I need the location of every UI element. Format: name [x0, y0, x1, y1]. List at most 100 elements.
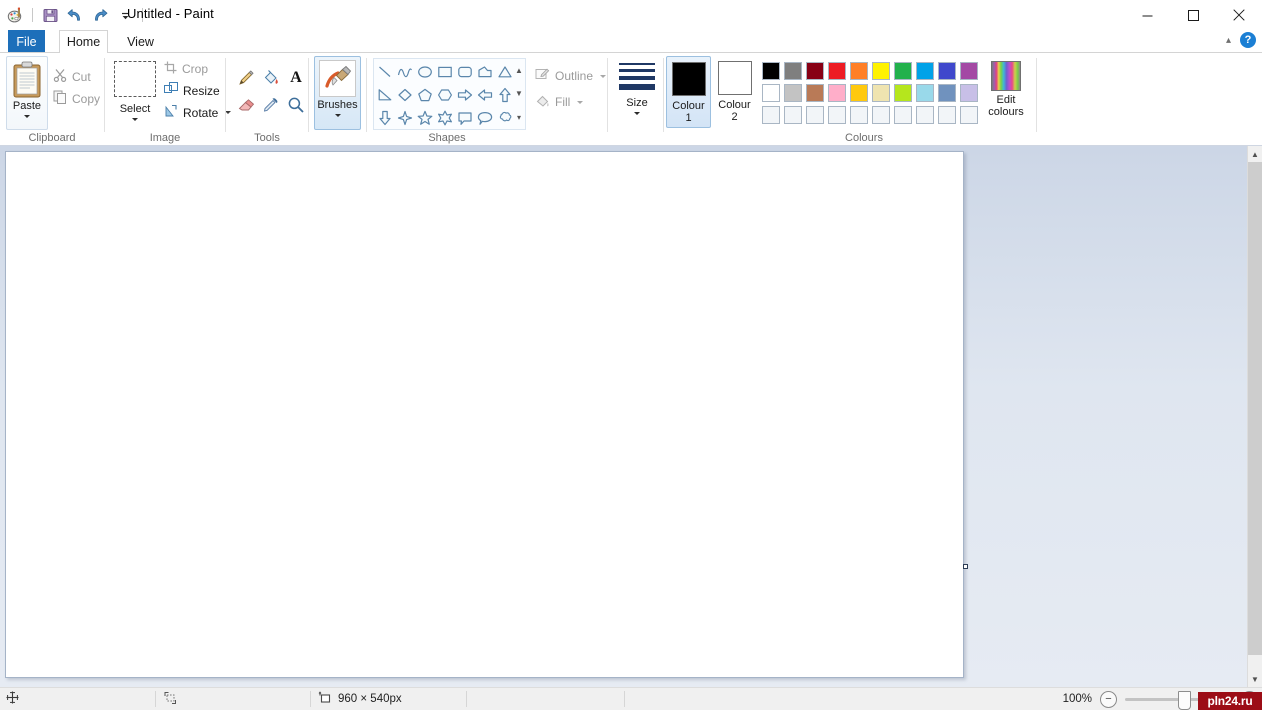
drawing-canvas[interactable] [5, 151, 964, 678]
scroll-down-icon[interactable]: ▼ [1248, 671, 1262, 687]
size-dropdown-caret[interactable] [634, 112, 640, 115]
palette-swatch[interactable] [782, 82, 804, 104]
fill-with-colour-tool[interactable] [259, 65, 283, 91]
palette-swatch[interactable] [804, 82, 826, 104]
shape-curve[interactable] [395, 60, 415, 83]
palette-swatch-custom[interactable] [958, 104, 980, 126]
redo-icon[interactable] [89, 4, 111, 26]
size-button[interactable]: Size [614, 56, 660, 128]
undo-icon[interactable] [64, 4, 86, 26]
palette-swatch[interactable] [826, 82, 848, 104]
shape-right-arrow[interactable] [455, 83, 475, 106]
help-icon[interactable]: ? [1240, 32, 1256, 48]
shape-left-arrow[interactable] [475, 83, 495, 106]
fill-dropdown-caret[interactable] [577, 100, 584, 104]
palette-swatch[interactable] [760, 60, 782, 82]
vertical-scrollbar[interactable]: ▲ ▼ [1247, 146, 1262, 687]
magnifier-tool[interactable] [284, 92, 308, 118]
palette-swatch[interactable] [914, 60, 936, 82]
palette-swatch-custom[interactable] [826, 104, 848, 126]
shape-five-point-star[interactable] [415, 106, 435, 129]
brushes-label: Brushes [317, 99, 358, 111]
shape-four-point-star[interactable] [395, 106, 415, 129]
tab-file[interactable]: File [8, 30, 45, 53]
palette-swatch-custom[interactable] [892, 104, 914, 126]
zoom-out-button[interactable]: − [1100, 690, 1117, 708]
palette-swatch[interactable] [848, 60, 870, 82]
shape-pentagon[interactable] [415, 83, 435, 106]
palette-swatch[interactable] [826, 60, 848, 82]
minimize-button[interactable] [1124, 0, 1170, 30]
paste-button[interactable]: Paste [6, 56, 48, 130]
colour-1-button[interactable]: Colour 1 [666, 56, 711, 128]
copy-button[interactable]: Copy [50, 88, 103, 109]
palette-swatch[interactable] [892, 82, 914, 104]
eraser-tool[interactable] [234, 92, 258, 118]
window-controls [1124, 0, 1262, 30]
shape-polygon[interactable] [475, 60, 495, 83]
close-button[interactable] [1216, 0, 1262, 30]
shapes-scroll-up-icon[interactable]: ▲ [513, 59, 526, 82]
palette-swatch[interactable] [892, 60, 914, 82]
edit-colours-button[interactable]: Edit colours [980, 56, 1032, 128]
palette-swatch[interactable] [804, 60, 826, 82]
rotate-button[interactable]: Rotate [161, 102, 234, 123]
shape-diamond[interactable] [395, 83, 415, 106]
zoom-slider-thumb[interactable] [1178, 690, 1191, 710]
shape-rounded-rectangle[interactable] [455, 60, 475, 83]
resize-button[interactable]: Resize [161, 80, 223, 101]
canvas-resize-handle-right[interactable] [963, 564, 968, 569]
palette-swatch[interactable] [870, 82, 892, 104]
text-tool[interactable]: A [284, 65, 308, 91]
tab-view[interactable]: View [118, 30, 163, 53]
shape-line[interactable] [375, 60, 395, 83]
shape-oval[interactable] [415, 60, 435, 83]
pencil-tool[interactable] [234, 65, 258, 91]
save-icon[interactable] [39, 4, 61, 26]
palette-swatch[interactable] [958, 82, 980, 104]
paint-app-icon[interactable] [4, 4, 26, 26]
scrollbar-thumb[interactable] [1248, 162, 1262, 655]
palette-swatch[interactable] [914, 82, 936, 104]
palette-swatch-custom[interactable] [870, 104, 892, 126]
shape-rectangle[interactable] [435, 60, 455, 83]
palette-swatch[interactable] [760, 82, 782, 104]
brushes-button[interactable]: Brushes [314, 56, 361, 130]
colour-2-button[interactable]: Colour 2 [712, 56, 757, 128]
colour-picker-tool[interactable] [259, 92, 283, 118]
select-button[interactable]: Select [111, 56, 159, 128]
palette-swatch[interactable] [848, 82, 870, 104]
scissors-icon [53, 68, 67, 85]
palette-swatch-custom[interactable] [804, 104, 826, 126]
palette-swatch[interactable] [936, 60, 958, 82]
palette-swatch-custom[interactable] [760, 104, 782, 126]
shapes-scroll-down-icon[interactable]: ▼ [513, 82, 526, 105]
palette-swatch[interactable] [782, 60, 804, 82]
palette-swatch[interactable] [958, 60, 980, 82]
outline-dropdown-caret[interactable] [600, 74, 607, 78]
palette-swatch-custom[interactable] [782, 104, 804, 126]
shape-six-point-star[interactable] [435, 106, 455, 129]
shape-rounded-callout[interactable] [455, 106, 475, 129]
crop-button[interactable]: Crop [161, 58, 211, 79]
palette-swatch[interactable] [936, 82, 958, 104]
palette-swatch-custom[interactable] [914, 104, 936, 126]
paste-dropdown-caret[interactable] [24, 115, 30, 118]
palette-swatch-custom[interactable] [936, 104, 958, 126]
scroll-up-icon[interactable]: ▲ [1248, 146, 1262, 162]
shape-hexagon[interactable] [435, 83, 455, 106]
shape-oval-callout[interactable] [475, 106, 495, 129]
palette-swatch-custom[interactable] [848, 104, 870, 126]
shape-down-arrow[interactable] [375, 106, 395, 129]
shapes-expand-gallery-icon[interactable]: ▾ [513, 106, 526, 129]
tab-home[interactable]: Home [59, 30, 108, 54]
brushes-dropdown-caret[interactable] [334, 114, 341, 117]
outline-button[interactable]: Outline [535, 65, 607, 87]
collapse-ribbon-icon[interactable]: ▴ [1226, 35, 1231, 46]
shape-right-triangle[interactable] [375, 83, 395, 106]
cut-button[interactable]: Cut [50, 66, 94, 87]
maximize-button[interactable] [1170, 0, 1216, 30]
palette-swatch[interactable] [870, 60, 892, 82]
select-dropdown-caret[interactable] [132, 118, 138, 121]
fill-button[interactable]: Fill [535, 91, 584, 113]
